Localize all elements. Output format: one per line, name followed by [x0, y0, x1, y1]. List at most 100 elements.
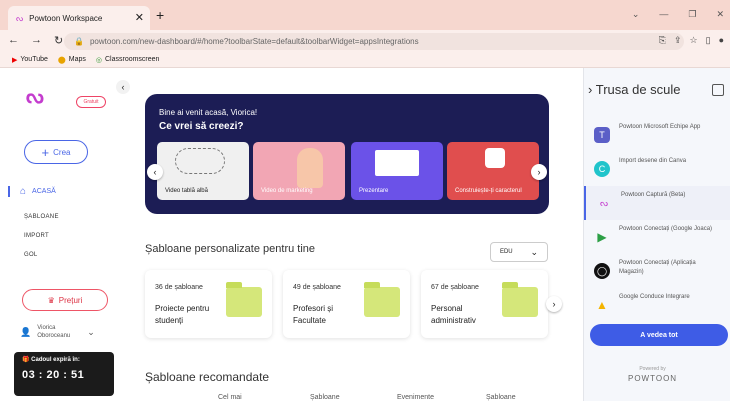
- new-tab-button[interactable]: +: [156, 7, 164, 23]
- google-play-icon: ▶: [597, 230, 607, 244]
- left-sidebar: ᔓ Gratuit ‹ + Crea ⌂ ACASĂ ȘABLOANE IMPO…: [0, 68, 138, 401]
- create-question: Ce vrei să creezi?: [159, 121, 244, 132]
- sidebar-item-home[interactable]: ⌂ ACASĂ: [8, 186, 56, 197]
- toolkit-item-capture[interactable]: ᔓ Powtoon Captură (Beta): [584, 186, 730, 220]
- toolkit-item-app-store[interactable]: ◯ Powtoon Conectați (Aplicația Magazin): [584, 254, 730, 288]
- powtoon-favicon-icon: ᔓ: [16, 13, 24, 23]
- lock-icon: 🔒: [74, 37, 84, 46]
- window-controls: ⌄ — ❐ ✕: [632, 9, 724, 20]
- close-window-icon[interactable]: ✕: [716, 9, 724, 20]
- template-desc: Personal administrativ: [431, 304, 476, 325]
- card-label: Construiește-ți caracterul: [455, 188, 522, 194]
- recommended-tab-1[interactable]: Cel mai: [218, 394, 242, 401]
- recommended-tab-4[interactable]: Șabloane: [486, 394, 516, 401]
- recommended-tab-2[interactable]: Șabloane: [310, 394, 340, 401]
- toolkit-item-label: Import desene din Canva: [619, 158, 687, 164]
- powtoon-capture-icon: ᔓ: [599, 197, 609, 208]
- maps-pin-icon: ⬤: [57, 56, 66, 64]
- powered-by: Powered by POWTOON: [628, 366, 677, 383]
- category-filter-select[interactable]: EDU ⌄: [490, 242, 548, 262]
- powered-by-label: Powered by: [639, 366, 666, 372]
- create-button[interactable]: + Crea: [24, 140, 88, 164]
- chevron-down-icon[interactable]: ⌄: [632, 9, 640, 20]
- templates-next-button[interactable]: ›: [546, 296, 562, 312]
- back-icon[interactable]: ←: [8, 34, 19, 47]
- folder-icon: [364, 282, 400, 317]
- folder-icon: [226, 282, 262, 317]
- toolkit-item-label: Powtoon Captură (Beta): [621, 192, 686, 198]
- bookmark-maps[interactable]: ⬤ Maps: [58, 56, 86, 64]
- plus-icon: +: [41, 144, 50, 160]
- banner-next-button[interactable]: ›: [531, 164, 547, 180]
- toolkit-item-label: Powtoon Conectați (Aplicația Magazin): [619, 260, 696, 275]
- see-all-button[interactable]: A vedea tot: [590, 324, 728, 346]
- google-drive-icon: ▲: [596, 298, 608, 312]
- template-count: 36 de șabloane: [155, 284, 203, 291]
- create-label: Crea: [53, 147, 71, 157]
- toolkit-item-teams[interactable]: T Powtoon Microsoft Echipe App: [584, 118, 730, 152]
- sidebar-item-templates[interactable]: ȘABLOANE: [24, 214, 59, 220]
- card-character[interactable]: Construiește-ți caracterul: [447, 142, 539, 200]
- translate-icon[interactable]: ⎘: [659, 35, 666, 46]
- sidepanel-icon[interactable]: ▯: [706, 35, 711, 46]
- presentation-illustration: [375, 150, 419, 176]
- chevron-right-icon[interactable]: ›: [588, 82, 592, 97]
- minimize-icon[interactable]: —: [659, 9, 668, 20]
- powtoon-logo-icon[interactable]: ᔓ: [26, 84, 44, 109]
- template-card-teachers[interactable]: 49 de șabloane Profesori și Facultate: [283, 270, 410, 338]
- template-desc: Profesori și Facultate: [293, 304, 334, 325]
- card-presentation[interactable]: Prezentare: [351, 142, 443, 200]
- card-label: Video de marketing: [261, 188, 313, 194]
- home-label: ACASĂ: [32, 188, 56, 195]
- marketing-illustration: [297, 148, 323, 188]
- close-tab-icon[interactable]: ✕: [135, 11, 144, 24]
- powtoon-brand: POWTOON: [628, 374, 678, 383]
- share-icon[interactable]: ⇪: [674, 35, 682, 46]
- toolkit-item-google-drive[interactable]: ▲ Google Conduce Integrare: [584, 288, 730, 322]
- template-count: 67 de șabloane: [431, 284, 479, 291]
- toolkit-title: › Trusa de scule: [588, 82, 681, 97]
- bookmark-youtube[interactable]: ▶ YouTube: [12, 56, 48, 64]
- recommended-tab-3[interactable]: Evenimente: [397, 394, 434, 401]
- pricing-button[interactable]: ♛ Prețuri: [22, 289, 108, 311]
- template-card-admin[interactable]: 67 de șabloane Personal administrativ: [421, 270, 548, 338]
- filter-value: EDU: [499, 249, 513, 255]
- toolkit-item-google-play[interactable]: ▶ Powtoon Conectați (Google Joaca): [584, 220, 730, 254]
- card-marketing[interactable]: Video de marketing: [253, 142, 345, 200]
- chevron-left-icon: ‹: [153, 167, 157, 177]
- sidebar-item-import[interactable]: IMPORT: [24, 233, 49, 239]
- bookmark-classroomscreen[interactable]: ◎ Classroomscreen: [96, 56, 160, 64]
- chevron-left-icon: ‹: [121, 82, 125, 92]
- banner-prev-button[interactable]: ‹: [147, 164, 163, 180]
- trial-countdown: 🎁 Cadoul expiră în: 03 : 20 : 51: [14, 352, 114, 396]
- browser-tab[interactable]: ᔓ Powtoon Workspace ✕: [8, 6, 150, 30]
- card-whiteboard[interactable]: Video tablă albă: [157, 142, 249, 200]
- collapse-sidebar-button[interactable]: ‹: [116, 80, 130, 94]
- chevron-down-icon: ⌄: [530, 246, 539, 257]
- toolkit-item-canva[interactable]: C Import desene din Canva: [584, 152, 730, 186]
- card-label: Prezentare: [359, 188, 389, 194]
- browser-tab-bar: ᔓ Powtoon Workspace ✕ + ⌄ — ❐ ✕: [0, 0, 730, 30]
- teams-icon: T: [594, 127, 610, 143]
- address-bar[interactable]: 🔒 powtoon.com/new-dashboard/#/home?toolb…: [64, 33, 724, 50]
- template-card-students[interactable]: 36 de șabloane Proiecte pentru studenți: [145, 270, 272, 338]
- profile-avatar[interactable]: ●: [719, 35, 724, 46]
- sidebar-item-blank[interactable]: GOL: [24, 252, 38, 258]
- character-illustration: [485, 148, 505, 168]
- template-desc: Proiecte pentru studenți: [155, 304, 210, 325]
- url-text: powtoon.com/new-dashboard/#/home?toolbar…: [89, 37, 419, 46]
- section-title-personalized: Șabloane personalizate pentru tine: [145, 243, 316, 255]
- home-icon: ⌂: [20, 186, 27, 197]
- maximize-icon[interactable]: ❐: [688, 9, 696, 20]
- reload-icon[interactable]: ↻: [54, 34, 63, 47]
- user-name: Viorica Oboroceanu: [37, 325, 71, 339]
- user-menu[interactable]: 👤 Viorica Oboroceanu ⌄: [20, 324, 95, 340]
- collapse-panel-icon[interactable]: [712, 84, 724, 96]
- gift-icon: 🎁: [22, 357, 30, 363]
- forward-icon[interactable]: →: [31, 34, 42, 47]
- trial-title: Cadoul expiră în:: [31, 357, 80, 363]
- crown-icon: ♛: [47, 295, 55, 305]
- star-icon[interactable]: ☆: [690, 35, 698, 46]
- bookmarks-bar: ▶ YouTube ⬤ Maps ◎ Classroomscreen: [0, 52, 730, 68]
- folder-icon: [502, 282, 538, 317]
